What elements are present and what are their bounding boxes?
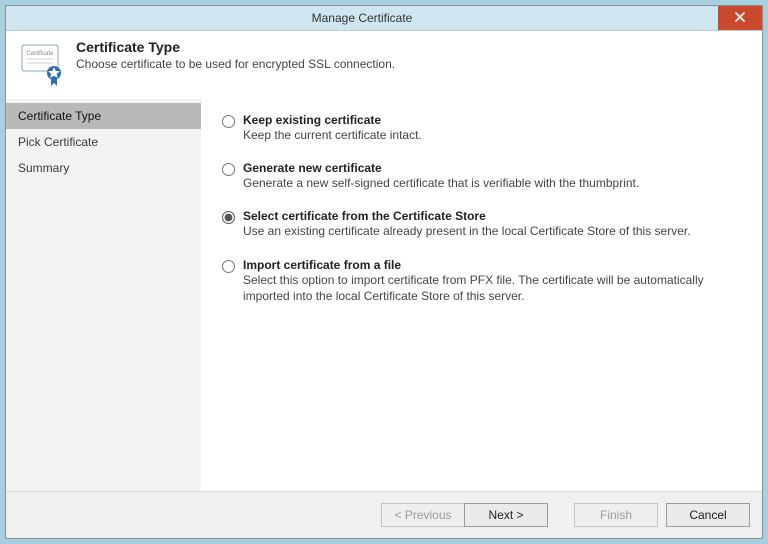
previous-button[interactable]: < Previous	[381, 503, 465, 527]
close-icon	[735, 11, 745, 25]
option-desc: Use an existing certificate already pres…	[243, 224, 691, 238]
step-label: Pick Certificate	[18, 135, 98, 149]
step-label: Certificate Type	[18, 109, 101, 123]
option-import-file[interactable]: Import certificate from a file Select th…	[222, 258, 742, 304]
certificate-icon: Certificate	[18, 39, 66, 87]
wizard-footer: < Previous Next > Finish Cancel	[6, 491, 762, 538]
cancel-button[interactable]: Cancel	[666, 503, 750, 527]
window-title: Manage Certificate	[6, 6, 718, 30]
option-title: Keep existing certificate	[243, 113, 381, 127]
option-generate-new[interactable]: Generate new certificate Generate a new …	[222, 161, 742, 191]
radio-import-file[interactable]	[222, 260, 235, 273]
option-from-store[interactable]: Select certificate from the Certificate …	[222, 209, 742, 239]
radio-generate-new[interactable]	[222, 163, 235, 176]
header-subtitle: Choose certificate to be used for encryp…	[76, 57, 395, 71]
option-title: Generate new certificate	[243, 161, 382, 175]
step-pick-certificate[interactable]: Pick Certificate	[6, 129, 201, 155]
option-title: Import certificate from a file	[243, 258, 401, 272]
option-keep-existing[interactable]: Keep existing certificate Keep the curre…	[222, 113, 742, 143]
titlebar: Manage Certificate	[6, 6, 762, 31]
option-desc: Generate a new self-signed certificate t…	[243, 176, 639, 190]
close-button[interactable]	[718, 6, 762, 30]
option-desc: Select this option to import certificate…	[243, 273, 704, 303]
wizard-steps-sidebar: Certificate Type Pick Certificate Summar…	[6, 99, 202, 491]
option-title: Select certificate from the Certificate …	[243, 209, 486, 223]
svg-text:Certificate: Certificate	[26, 51, 54, 57]
radio-from-store[interactable]	[222, 211, 235, 224]
header-title: Certificate Type	[76, 39, 395, 55]
option-desc: Keep the current certificate intact.	[243, 128, 422, 142]
step-certificate-type[interactable]: Certificate Type	[6, 103, 201, 129]
wizard-header: Certificate Certificate Type Choose cert…	[6, 31, 762, 99]
manage-certificate-dialog: Manage Certificate Certificate	[5, 5, 763, 539]
step-label: Summary	[18, 161, 69, 175]
step-summary[interactable]: Summary	[6, 155, 201, 181]
wizard-content: Keep existing certificate Keep the curre…	[202, 99, 762, 491]
finish-button[interactable]: Finish	[574, 503, 658, 527]
radio-keep-existing[interactable]	[222, 115, 235, 128]
next-button[interactable]: Next >	[464, 503, 548, 527]
